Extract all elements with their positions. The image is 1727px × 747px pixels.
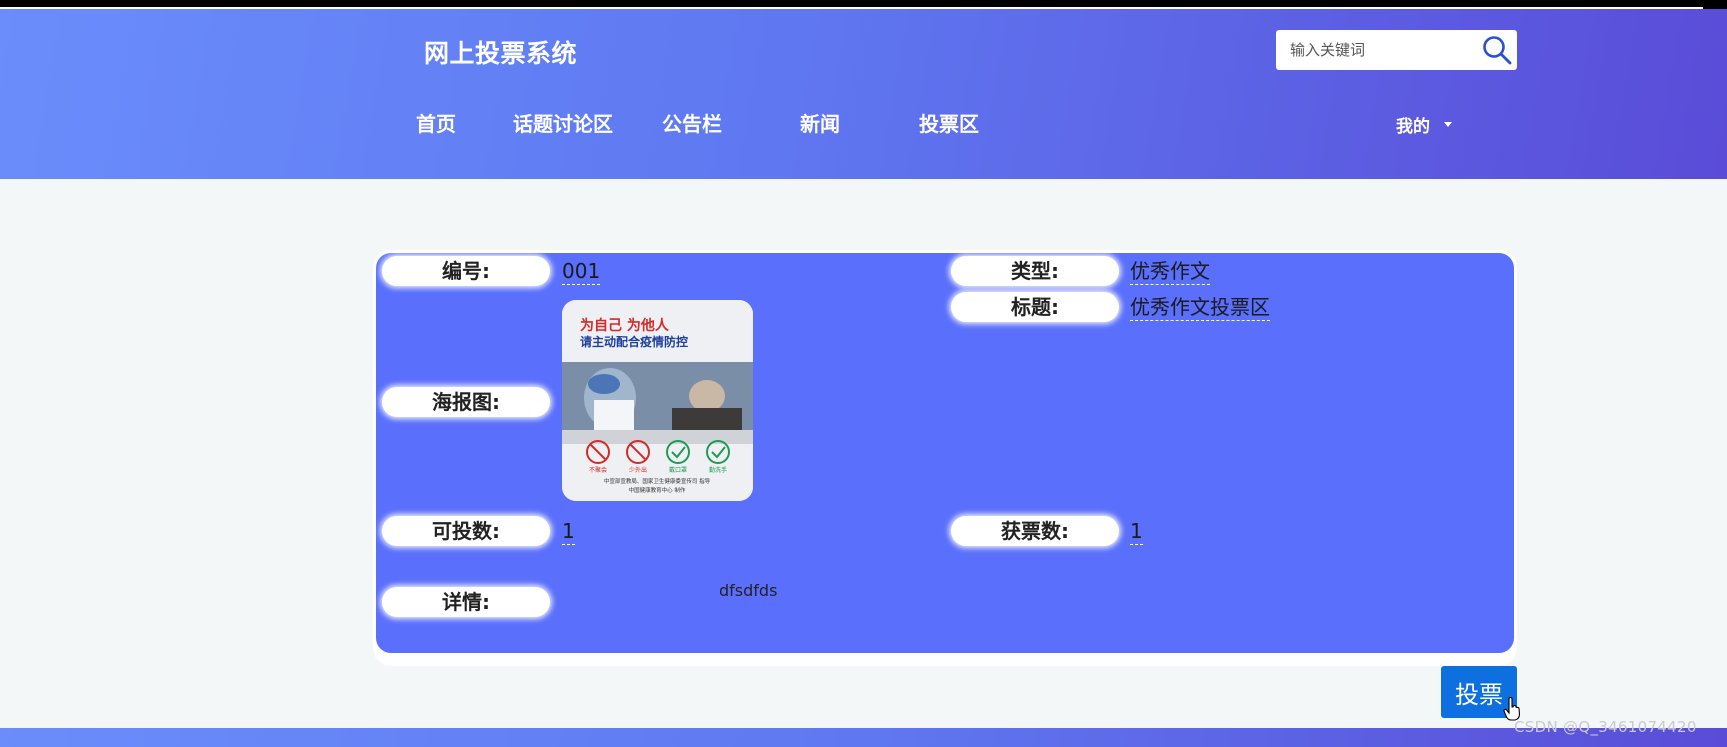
user-menu-label: 我的: [1396, 117, 1430, 137]
poster-line1: 为自己 为他人: [580, 317, 670, 334]
poster-line2: 请主动配合疫情防控: [580, 334, 688, 349]
value-votes: 1: [1130, 519, 1143, 545]
search-box: [1276, 30, 1517, 70]
poster-credit-2: 中国健康教育中心 制作: [629, 486, 686, 494]
site-header: 网上投票系统 首页 话题讨论区 公告栏 新闻 投票区 我的: [0, 9, 1727, 179]
footer-bar: [0, 728, 1727, 747]
nav-item-announcements[interactable]: 公告栏: [662, 108, 722, 137]
nav-item-voting[interactable]: 投票区: [919, 108, 979, 137]
nav-item-home[interactable]: 首页: [416, 108, 456, 137]
caret-down-icon: [1444, 122, 1452, 127]
poster-image: 为自己 为他人 请主动配合疫情防控 不聚会 少外出 戴口罩 勤洗手 中宣部宣教局…: [562, 300, 753, 501]
label-votable: 可投数:: [382, 516, 550, 546]
nav-item-topics[interactable]: 话题讨论区: [513, 108, 613, 137]
poster-icon-label-2: 少外出: [629, 466, 647, 474]
top-border: [0, 0, 1727, 9]
poster-icon-label-4: 勤洗手: [709, 466, 727, 474]
poster-icon-label-3: 戴口罩: [669, 466, 687, 474]
watermark: CSDN @Q_3461074420: [1514, 718, 1697, 736]
poster-graphic: 为自己 为他人 请主动配合疫情防控 不聚会 少外出 戴口罩 勤洗手 中宣部宣教局…: [562, 300, 753, 501]
poster-credit-1: 中宣部宣教局、国家卫生健康委宣传司 指导: [604, 477, 711, 485]
label-id: 编号:: [382, 256, 550, 286]
label-type: 类型:: [951, 256, 1119, 286]
search-input[interactable]: [1288, 34, 1482, 66]
label-votes: 获票数:: [951, 516, 1119, 546]
search-icon[interactable]: [1481, 34, 1513, 66]
value-title: 优秀作文投票区: [1130, 295, 1270, 321]
site-title[interactable]: 网上投票系统: [424, 34, 577, 70]
value-id: 001: [562, 259, 601, 285]
nav-item-news[interactable]: 新闻: [800, 108, 840, 137]
value-votable: 1: [562, 519, 575, 545]
poster-icon-label-1: 不聚会: [589, 466, 607, 474]
user-menu[interactable]: 我的: [1396, 112, 1452, 137]
value-type: 优秀作文: [1130, 259, 1210, 285]
value-details: dfsdfds: [719, 581, 778, 600]
label-poster: 海报图:: [382, 387, 550, 417]
label-title: 标题:: [951, 292, 1119, 322]
label-details: 详情:: [382, 587, 550, 617]
